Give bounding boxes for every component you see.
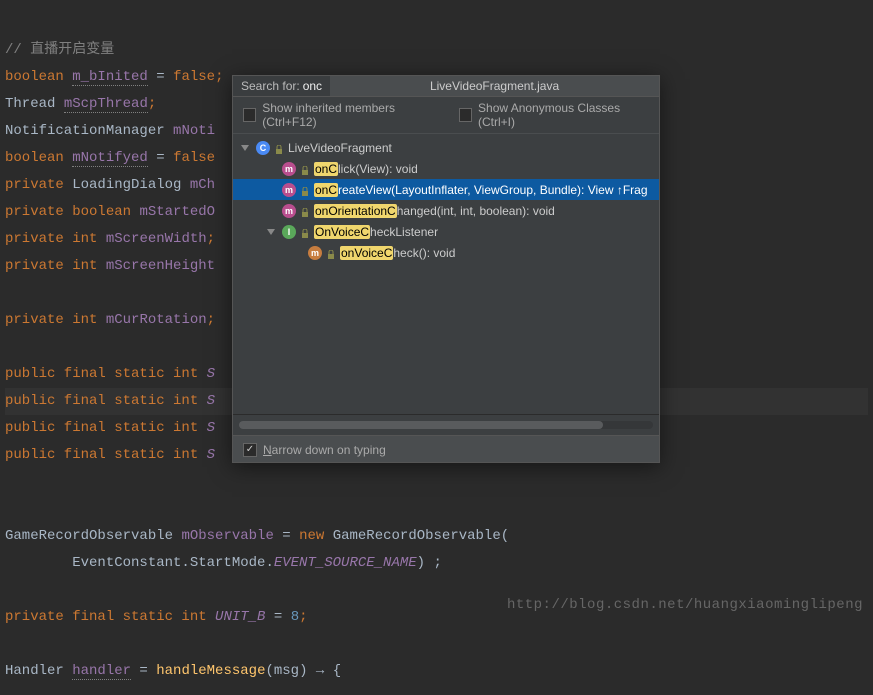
tree-item[interactable]: onClick(View): void (233, 158, 659, 179)
tree-item-label: onVoiceCheck(): void (340, 246, 455, 260)
lock-icon (301, 185, 309, 194)
tree-item-label: onClick(View): void (314, 162, 418, 176)
tree-item-label: OnVoiceCheckListener (314, 225, 438, 239)
tree-item-label: onOrientationChanged(int, int, boolean):… (314, 204, 555, 218)
method-impl-icon (308, 246, 322, 260)
search-for-label: Search for:onc (233, 76, 330, 96)
structure-tree[interactable]: LiveVideoFragment onClick(View): void onCr… (233, 134, 659, 414)
checkbox-box-icon (459, 108, 472, 122)
expand-arrow-icon (267, 229, 275, 235)
tree-item[interactable]: OnVoiceCheckListener (233, 221, 659, 242)
class-icon (256, 141, 270, 155)
checkbox-box-icon: ✓ (243, 443, 257, 457)
lock-icon (301, 164, 309, 173)
horizontal-scrollbar[interactable] (233, 414, 659, 435)
method-icon (282, 162, 296, 176)
lock-icon (275, 143, 283, 152)
popup-file-title: LiveVideoFragment.java (330, 76, 659, 96)
comment-line: // 直播开启变量 (5, 42, 114, 58)
tree-item[interactable]: onCreateView(LayoutInflater, ViewGroup, … (233, 179, 659, 200)
narrow-down-checkbox[interactable]: ✓ Narrow down on typing (243, 443, 386, 457)
scrollbar-thumb[interactable] (239, 421, 603, 429)
lock-icon (301, 227, 309, 236)
lock-icon (327, 248, 335, 257)
show-anonymous-checkbox[interactable]: Show Anonymous Classes (Ctrl+I) (459, 101, 649, 129)
options-row: Show inherited members (Ctrl+F12) Show A… (233, 97, 659, 134)
expand-arrow-icon (241, 145, 249, 151)
method-icon (282, 183, 296, 197)
interface-icon (282, 225, 296, 239)
popup-header: Search for:onc LiveVideoFragment.java (233, 76, 659, 97)
tree-item-label: LiveVideoFragment (288, 141, 392, 155)
show-inherited-checkbox[interactable]: Show inherited members (Ctrl+F12) (243, 101, 441, 129)
popup-footer: ✓ Narrow down on typing (233, 435, 659, 462)
tree-item[interactable]: onOrientationChanged(int, int, boolean):… (233, 200, 659, 221)
structure-popup: Search for:onc LiveVideoFragment.java Sh… (232, 75, 660, 463)
lock-icon (301, 206, 309, 215)
watermark-text: http://blog.csdn.net/huangxiaominglipeng (507, 597, 863, 613)
tree-item-label: onCreateView(LayoutInflater, ViewGroup, … (314, 183, 648, 197)
tree-item[interactable]: LiveVideoFragment (233, 137, 659, 158)
tree-item[interactable]: onVoiceCheck(): void (233, 242, 659, 263)
checkbox-box-icon (243, 108, 256, 122)
search-term: onc (300, 79, 322, 93)
method-icon (282, 204, 296, 218)
